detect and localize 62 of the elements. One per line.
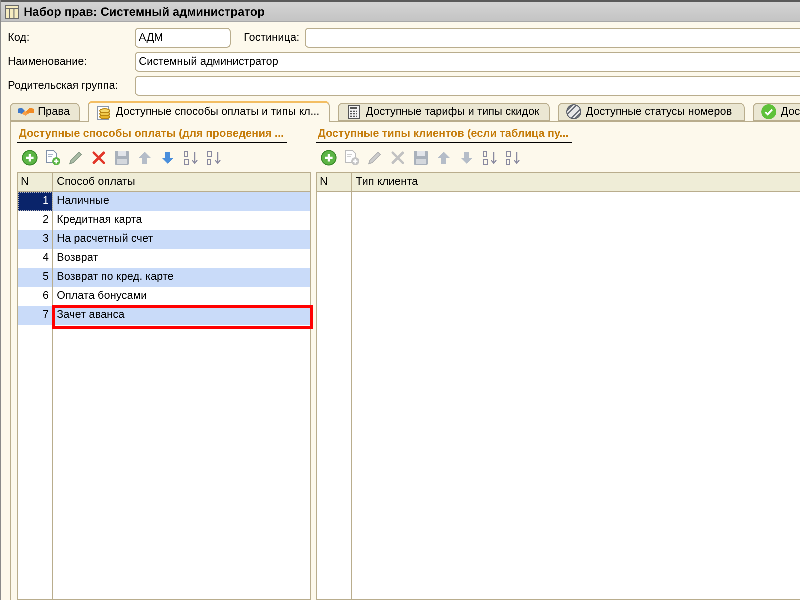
table-cell: На расчетный счет (57, 233, 154, 245)
arrow-down-icon (160, 150, 176, 166)
table-cell: Наличные (57, 195, 110, 207)
pencil-icon (367, 150, 383, 166)
arrow-up-icon (436, 150, 452, 166)
check-circle-icon (761, 104, 777, 120)
section-title: Доступные способы оплаты (для проведения ... (17, 127, 288, 143)
column-header: N (18, 173, 53, 191)
field-label: Код: (8, 30, 31, 46)
table-cell: Оплата бонусами (57, 290, 148, 302)
row-number-cell: 3 (18, 230, 53, 249)
cross-icon (390, 150, 406, 166)
document-plus-icon (344, 150, 360, 166)
tab[interactable]: Доступные тарифы и типы скидок (338, 103, 550, 121)
sort-ascending-icon (482, 150, 498, 166)
copy-button[interactable] (45, 150, 61, 166)
section-title: Доступные типы клиентов (если таблица пу... (316, 127, 572, 143)
parent-group-field[interactable] (135, 76, 800, 96)
tab[interactable]: Доступные статусы номеров (558, 103, 745, 121)
calculator-icon (346, 104, 362, 120)
table-cell: Возврат по кред. карте (57, 271, 174, 283)
column-header: Тип клиента (355, 175, 420, 190)
row-number-cell: 7 (18, 306, 53, 325)
field-label: Родительская группа: (8, 78, 120, 94)
table-cell: Возврат (57, 252, 98, 264)
field-label: Наименование: (8, 54, 88, 70)
code-field[interactable]: АДМ (135, 28, 231, 48)
hotel-field[interactable] (305, 28, 800, 48)
tab[interactable]: Дос (753, 103, 800, 121)
coins-icon (96, 104, 112, 120)
name-field[interactable]: Системный администратор (135, 52, 800, 72)
edit-button[interactable] (68, 150, 84, 166)
tab[interactable]: Доступные способы оплаты и типы кл... (88, 101, 330, 122)
tab[interactable]: Права (10, 103, 80, 121)
add-button[interactable] (22, 150, 38, 166)
field-label: Гостиница: (244, 30, 301, 46)
delete-button[interactable] (91, 150, 107, 166)
column-header: N (317, 173, 352, 191)
pencil-icon (68, 150, 84, 166)
sort-ascending-button[interactable] (482, 150, 498, 166)
hatched-circle-icon (566, 104, 582, 120)
add-icon (22, 150, 38, 166)
document-plus-icon (45, 150, 61, 166)
table-cell: Кредитная карта (57, 214, 142, 226)
table-cell: Зачет аванса (57, 309, 125, 321)
cross-icon (91, 150, 107, 166)
row-number-cell: 1 (18, 192, 53, 211)
sort-descending-button[interactable] (206, 150, 222, 166)
move-down-button[interactable] (160, 150, 176, 166)
arrow-up-icon (137, 150, 153, 166)
row-number-cell: 5 (18, 268, 53, 287)
arrow-down-icon (459, 150, 475, 166)
sort-ascending-icon (183, 150, 199, 166)
sort-ascending-button[interactable] (183, 150, 199, 166)
column-header: Способ оплаты (56, 175, 136, 190)
sort-descending-button[interactable] (505, 150, 521, 166)
table-icon (5, 4, 19, 18)
add-button[interactable] (321, 150, 337, 166)
sort-descending-icon (206, 150, 222, 166)
add-icon (321, 150, 337, 166)
sort-descending-icon (505, 150, 521, 166)
window-title: Набор прав: Системный администратор (24, 4, 266, 20)
